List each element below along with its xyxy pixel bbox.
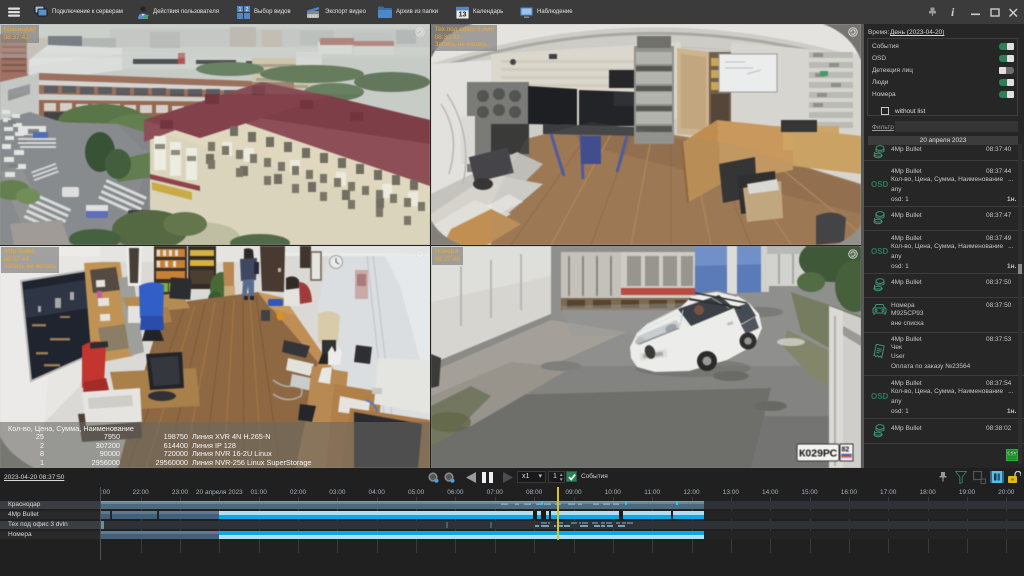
svg-text:1: 1 bbox=[239, 7, 242, 13]
svg-text:К029РС: К029РС bbox=[799, 448, 838, 460]
svg-text:CSV: CSV bbox=[1007, 451, 1016, 456]
svg-text:2: 2 bbox=[246, 7, 249, 13]
svg-text:13: 13 bbox=[459, 11, 467, 18]
svg-text:82: 82 bbox=[842, 447, 850, 454]
